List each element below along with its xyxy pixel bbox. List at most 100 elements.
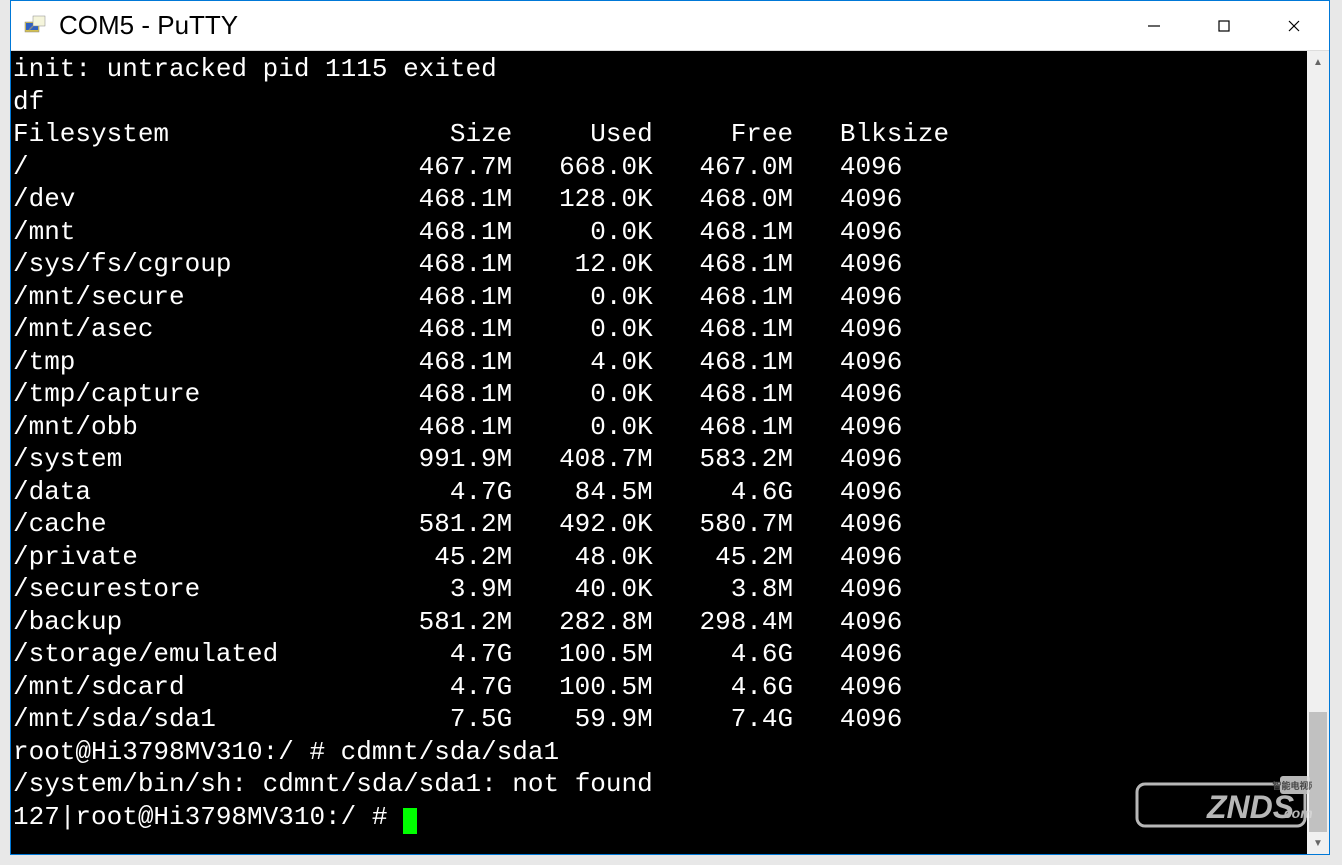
cell-blksize: 4096: [793, 541, 965, 574]
cell-filesystem: /mnt/asec: [13, 313, 387, 346]
cell-size: 7.5G: [387, 703, 512, 736]
cell-size: 581.2M: [387, 606, 512, 639]
cell-used: 668.0K: [512, 151, 652, 184]
cell-filesystem: /backup: [13, 606, 387, 639]
minimize-button[interactable]: [1119, 1, 1189, 51]
terminal-area: init: untracked pid 1115 exiteddfFilesys…: [11, 51, 1329, 854]
cell-used: 59.9M: [512, 703, 652, 736]
terminal-prompt[interactable]: 127|root@Hi3798MV310:/ #: [13, 801, 1307, 834]
df-row: /dev468.1M128.0K468.0M4096: [13, 183, 1307, 216]
cell-filesystem: /data: [13, 476, 387, 509]
cell-used: 0.0K: [512, 378, 652, 411]
cell-size: 468.1M: [387, 378, 512, 411]
cell-used: 492.0K: [512, 508, 652, 541]
cell-filesystem: /mnt/sdcard: [13, 671, 387, 704]
cell-used: 4.0K: [512, 346, 652, 379]
scroll-up-button[interactable]: ▲: [1307, 51, 1329, 73]
cell-size: 991.9M: [387, 443, 512, 476]
cell-used: 40.0K: [512, 573, 652, 606]
df-row: /467.7M668.0K467.0M4096: [13, 151, 1307, 184]
cell-blksize: 4096: [793, 346, 965, 379]
df-row: /private45.2M48.0K45.2M4096: [13, 541, 1307, 574]
cell-free: 580.7M: [653, 508, 793, 541]
close-button[interactable]: [1259, 1, 1329, 51]
cell-size: 468.1M: [387, 183, 512, 216]
cell-filesystem: /tmp: [13, 346, 387, 379]
cell-filesystem: /mnt/secure: [13, 281, 387, 314]
putty-window: COM5 - PuTTY init: untracked pid 1115 ex…: [10, 0, 1330, 855]
cell-blksize: 4096: [793, 411, 965, 444]
cell-used: 48.0K: [512, 541, 652, 574]
df-row: /mnt/sdcard4.7G100.5M4.6G4096: [13, 671, 1307, 704]
df-row: /tmp468.1M4.0K468.1M4096: [13, 346, 1307, 379]
cell-free: 3.8M: [653, 573, 793, 606]
df-row: /system991.9M408.7M583.2M4096: [13, 443, 1307, 476]
cell-size: 4.7G: [387, 671, 512, 704]
cell-blksize: 4096: [793, 248, 965, 281]
cell-filesystem: /private: [13, 541, 387, 574]
terminal-line: df: [13, 86, 1307, 119]
cell-used: 0.0K: [512, 313, 652, 346]
cell-blksize: 4096: [793, 606, 965, 639]
scroll-down-button[interactable]: ▼: [1307, 832, 1329, 854]
cell-used: 0.0K: [512, 216, 652, 249]
maximize-button[interactable]: [1189, 1, 1259, 51]
cell-free: 4.6G: [653, 638, 793, 671]
scroll-track[interactable]: [1307, 73, 1329, 832]
cell-free: 468.1M: [653, 248, 793, 281]
scrollbar[interactable]: ▲ ▼: [1307, 51, 1329, 854]
cell-blksize: 4096: [793, 216, 965, 249]
titlebar[interactable]: COM5 - PuTTY: [11, 1, 1329, 51]
cell-used: 100.5M: [512, 638, 652, 671]
cell-filesystem: /mnt/obb: [13, 411, 387, 444]
prompt-text: 127|root@Hi3798MV310:/ #: [13, 802, 403, 832]
cell-size: 45.2M: [387, 541, 512, 574]
scroll-thumb[interactable]: [1309, 712, 1327, 832]
cell-size: 3.9M: [387, 573, 512, 606]
cell-blksize: 4096: [793, 703, 965, 736]
cell-free: 468.1M: [653, 378, 793, 411]
cell-size: 4.7G: [387, 476, 512, 509]
cell-blksize: 4096: [793, 671, 965, 704]
terminal-output[interactable]: init: untracked pid 1115 exiteddfFilesys…: [11, 51, 1307, 854]
cell-blksize: 4096: [793, 443, 965, 476]
cell-free: 4.6G: [653, 671, 793, 704]
cell-free: 583.2M: [653, 443, 793, 476]
cell-blksize: 4096: [793, 378, 965, 411]
window-controls: [1119, 1, 1329, 50]
cell-blksize: 4096: [793, 476, 965, 509]
cell-free: 45.2M: [653, 541, 793, 574]
df-row: /storage/emulated4.7G100.5M4.6G4096: [13, 638, 1307, 671]
col-size: Size: [387, 118, 512, 151]
df-header: FilesystemSizeUsedFreeBlksize: [13, 118, 1307, 151]
cell-free: 4.6G: [653, 476, 793, 509]
cell-used: 128.0K: [512, 183, 652, 216]
cell-blksize: 4096: [793, 508, 965, 541]
cell-filesystem: /dev: [13, 183, 387, 216]
window-title: COM5 - PuTTY: [59, 10, 1119, 41]
cell-size: 468.1M: [387, 248, 512, 281]
terminal-line: root@Hi3798MV310:/ # cdmnt/sda/sda1: [13, 736, 1307, 769]
cell-used: 282.8M: [512, 606, 652, 639]
cell-filesystem: /storage/emulated: [13, 638, 387, 671]
cell-size: 468.1M: [387, 313, 512, 346]
cell-used: 100.5M: [512, 671, 652, 704]
col-filesystem: Filesystem: [13, 118, 387, 151]
cell-free: 468.1M: [653, 216, 793, 249]
df-row: /mnt/secure468.1M0.0K468.1M4096: [13, 281, 1307, 314]
cell-size: 468.1M: [387, 346, 512, 379]
cell-filesystem: /cache: [13, 508, 387, 541]
df-row: /tmp/capture468.1M0.0K468.1M4096: [13, 378, 1307, 411]
cell-size: 4.7G: [387, 638, 512, 671]
col-used: Used: [512, 118, 652, 151]
cell-free: 7.4G: [653, 703, 793, 736]
cell-blksize: 4096: [793, 573, 965, 606]
cell-size: 467.7M: [387, 151, 512, 184]
df-row: /securestore3.9M40.0K3.8M4096: [13, 573, 1307, 606]
df-row: /mnt/asec468.1M0.0K468.1M4096: [13, 313, 1307, 346]
df-row: /sys/fs/cgroup468.1M12.0K468.1M4096: [13, 248, 1307, 281]
cell-free: 468.0M: [653, 183, 793, 216]
terminal-line: /system/bin/sh: cdmnt/sda/sda1: not foun…: [13, 768, 1307, 801]
cell-free: 468.1M: [653, 411, 793, 444]
df-row: /data4.7G84.5M4.6G4096: [13, 476, 1307, 509]
